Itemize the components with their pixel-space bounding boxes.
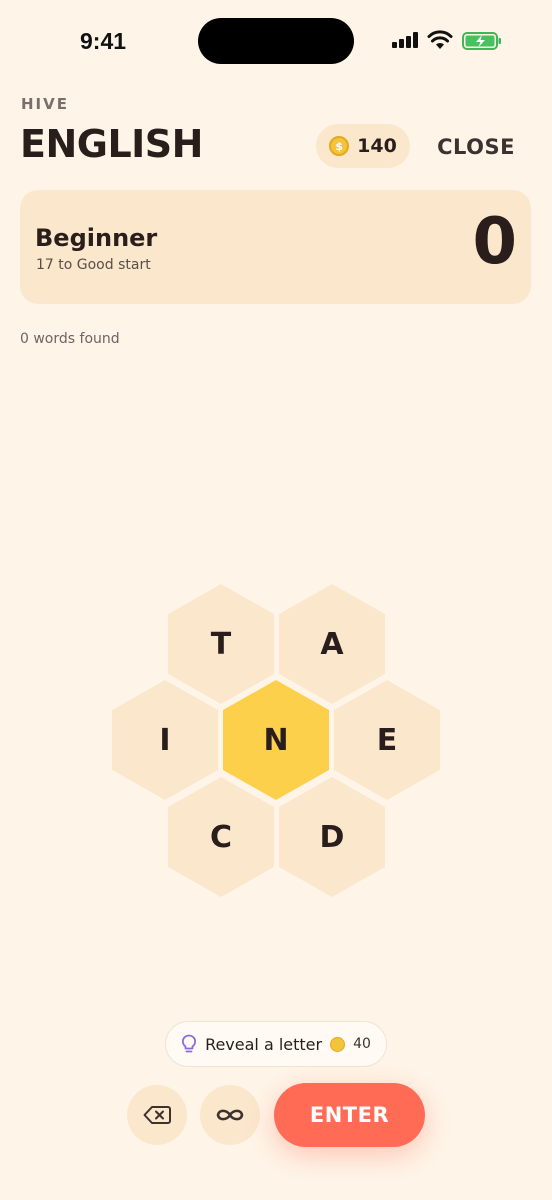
section-label: HIVE [21, 95, 69, 113]
coin-icon [330, 1036, 346, 1052]
dynamic-island [198, 18, 354, 64]
enter-button[interactable]: ENTER [274, 1083, 425, 1147]
close-button[interactable]: CLOSE [428, 130, 524, 164]
rank-title: Beginner [35, 224, 158, 252]
backspace-icon [143, 1106, 171, 1124]
infinity-icon [216, 1109, 244, 1121]
status-time: 9:41 [80, 28, 127, 54]
rank-subtitle: 17 to Good start [36, 257, 151, 273]
reveal-letter-label: Reveal a letter [205, 1034, 323, 1054]
hex-letter-right[interactable]: E [334, 680, 440, 800]
hex-letter-bottom-right[interactable]: D [279, 777, 385, 897]
coin-icon: $ [329, 136, 350, 156]
letter-hive: T A I N E C D [0, 0, 552, 1200]
cellular-signal-icon [392, 32, 420, 48]
hex-letter-bottom-left[interactable]: C [168, 777, 274, 897]
coin-balance[interactable]: $ 140 [316, 124, 410, 168]
reveal-letter-button[interactable]: Reveal a letter 40 [165, 1021, 387, 1067]
lightbulb-icon [181, 1034, 197, 1053]
hex-letter-left[interactable]: I [112, 680, 218, 800]
words-found-count[interactable]: 0 words found [20, 331, 120, 347]
wifi-icon [427, 30, 453, 49]
coin-count: 140 [357, 135, 397, 157]
rank-card[interactable]: Beginner 17 to Good start 0 [20, 190, 531, 304]
reveal-cost: 40 [353, 1036, 371, 1052]
page-title: ENGLISH [20, 122, 203, 166]
delete-button[interactable] [127, 1085, 187, 1145]
shuffle-button[interactable] [200, 1085, 260, 1145]
hex-letter-top-right[interactable]: A [279, 584, 385, 704]
battery-charging-icon [462, 32, 501, 50]
status-bar: 9:41 [0, 0, 552, 84]
score: 0 [472, 205, 517, 279]
hex-letter-center[interactable]: N [223, 680, 329, 800]
hex-letter-top-left[interactable]: T [168, 584, 274, 704]
